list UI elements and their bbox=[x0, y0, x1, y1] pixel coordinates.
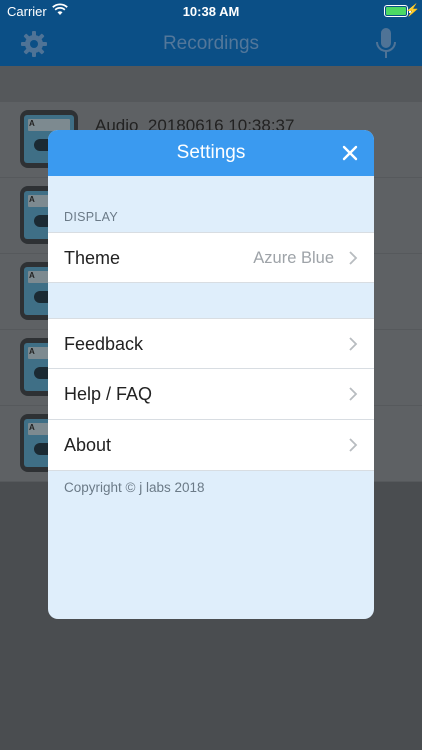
theme-value: Azure Blue bbox=[253, 249, 334, 267]
close-icon[interactable] bbox=[340, 143, 360, 163]
feedback-label: Feedback bbox=[64, 334, 144, 354]
chevron-right-icon bbox=[349, 438, 358, 452]
status-bar: Carrier 10:38 AM ⚡ bbox=[0, 0, 422, 22]
feedback-row[interactable]: Feedback bbox=[48, 318, 374, 369]
chevron-right-icon bbox=[349, 387, 358, 401]
chevron-right-icon bbox=[349, 337, 358, 351]
settings-modal: Settings DISPLAY Theme Azure Blue Feedba… bbox=[48, 130, 374, 619]
microphone-icon[interactable] bbox=[374, 26, 398, 62]
help-faq-row[interactable]: Help / FAQ bbox=[48, 369, 374, 420]
theme-label: Theme bbox=[64, 248, 121, 268]
section-header-display: DISPLAY bbox=[64, 210, 118, 224]
modal-title: Settings bbox=[176, 142, 246, 163]
chevron-right-icon bbox=[349, 251, 358, 265]
status-time: 10:38 AM bbox=[182, 4, 240, 19]
copyright-text: Copyright © j labs 2018 bbox=[64, 480, 205, 495]
nav-title: Recordings bbox=[162, 33, 260, 54]
help-faq-label: Help / FAQ bbox=[64, 384, 153, 404]
nav-bar: Recordings bbox=[0, 22, 422, 66]
list-header bbox=[0, 66, 422, 102]
theme-row[interactable]: Theme Azure Blue bbox=[48, 232, 374, 283]
about-row[interactable]: About bbox=[48, 420, 374, 471]
about-label: About bbox=[64, 435, 112, 455]
modal-header: Settings bbox=[48, 130, 374, 176]
charging-icon: ⚡ bbox=[405, 3, 420, 17]
